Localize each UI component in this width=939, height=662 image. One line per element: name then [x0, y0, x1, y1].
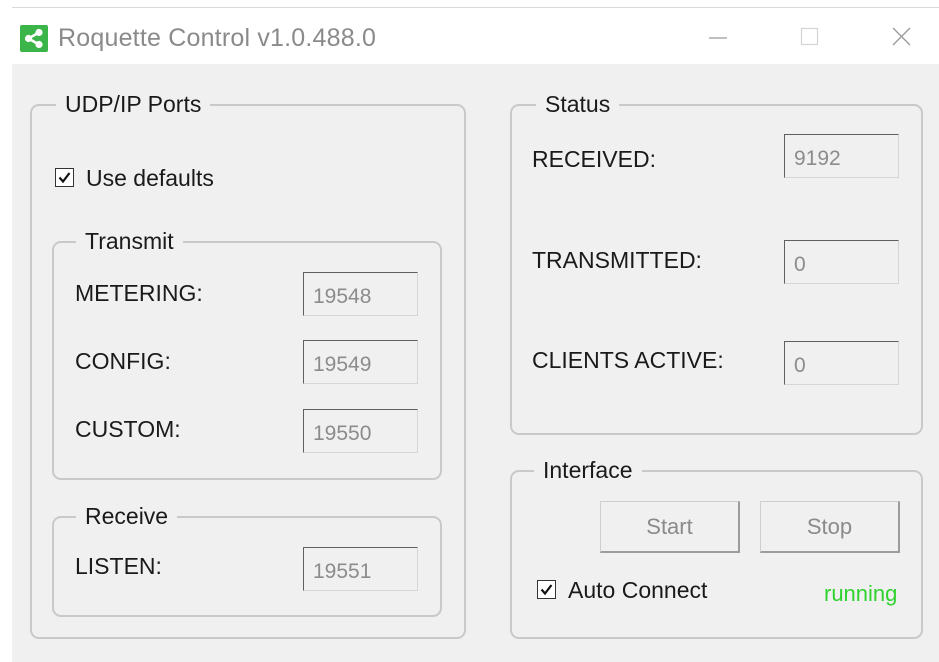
use-defaults-checkbox[interactable]	[55, 168, 74, 187]
received-count-field[interactable]: 9192	[784, 134, 899, 178]
metering-label: METERING:	[75, 280, 203, 306]
app-window: Roquette Control v1.0.488.0 UDP/IP Ports…	[0, 0, 939, 662]
stop-button[interactable]: Stop	[760, 501, 900, 553]
listen-port-field[interactable]: 19551	[303, 547, 418, 591]
transmitted-label: TRANSMITTED:	[532, 247, 702, 273]
maximize-button[interactable]	[790, 22, 830, 54]
listen-label: LISTEN:	[75, 553, 162, 579]
close-button[interactable]	[882, 22, 922, 54]
auto-connect-label[interactable]: Auto Connect	[568, 576, 707, 604]
window-title: Roquette Control v1.0.488.0	[58, 24, 377, 52]
start-button[interactable]: Start	[600, 501, 740, 553]
checkmark-icon	[58, 172, 71, 184]
clients-active-label: CLIENTS ACTIVE:	[532, 347, 724, 373]
minimize-icon	[709, 37, 727, 39]
checkmark-icon	[540, 584, 553, 596]
custom-port-field[interactable]: 19550	[303, 409, 418, 453]
share-icon	[20, 25, 48, 52]
udp-ports-group-title: UDP/IP Ports	[56, 90, 211, 118]
title-bar-border	[12, 7, 939, 8]
receive-group-title: Receive	[76, 502, 178, 530]
interface-group: Interface	[510, 456, 923, 639]
title-bar[interactable]: Roquette Control v1.0.488.0	[0, 0, 939, 64]
maximize-icon	[800, 27, 819, 46]
clients-active-field[interactable]: 0	[784, 341, 899, 385]
config-label: CONFIG:	[75, 348, 171, 374]
received-label: RECEIVED:	[532, 146, 656, 172]
config-port-field[interactable]: 19549	[303, 340, 418, 384]
minimize-button[interactable]	[698, 22, 738, 54]
use-defaults-label[interactable]: Use defaults	[86, 164, 214, 192]
auto-connect-checkbox[interactable]	[537, 580, 556, 599]
connection-state-text: running	[824, 581, 898, 606]
transmitted-count-field[interactable]: 0	[784, 240, 899, 284]
interface-group-title: Interface	[534, 456, 642, 484]
close-icon	[892, 27, 911, 46]
status-group-title: Status	[536, 90, 620, 118]
transmit-group-title: Transmit	[76, 227, 183, 255]
custom-label: CUSTOM:	[75, 416, 181, 442]
metering-port-field[interactable]: 19548	[303, 272, 418, 316]
